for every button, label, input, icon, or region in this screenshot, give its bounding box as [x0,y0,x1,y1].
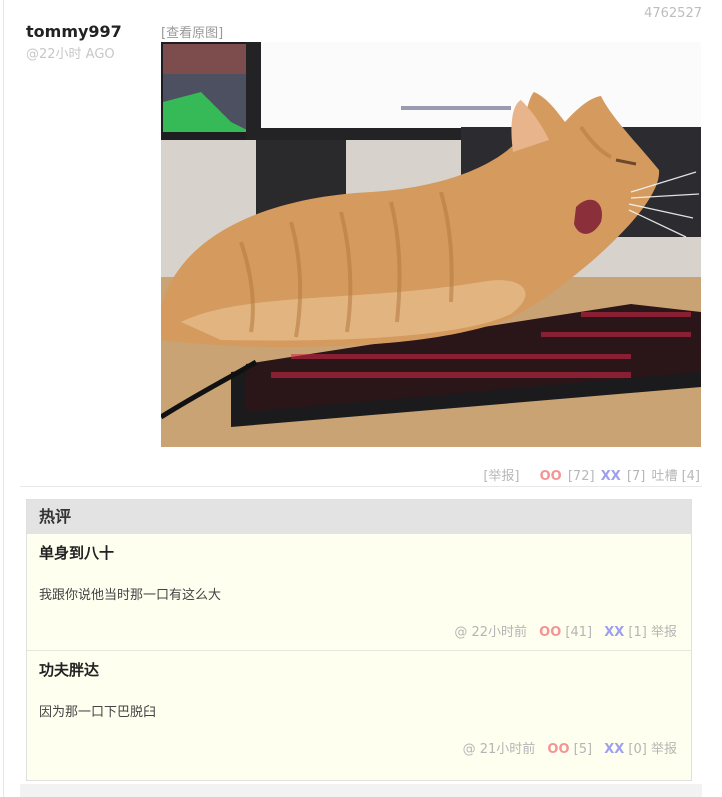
post-image-cat-on-keyboard[interactable] [161,42,701,447]
post-author-block: tommy997 @22小时 AGO [26,22,122,62]
comment-time: 22小时前 [471,625,528,640]
comment-meta: @ 21小时前 OO [5] XX [0] 举报 [463,738,677,757]
hot-comment: 功夫胖达 因为那一口下巴脱臼 @ 21小时前 OO [5] XX [0] 举报 [27,651,691,767]
comment-author[interactable]: 单身到八十 [39,542,114,563]
comment-text: 我跟你说他当时那一口有这么大 [39,588,222,603]
comment-xx-count: [1] [628,625,647,640]
comment-report-link[interactable]: 举报 [651,742,677,757]
hot-comment: 单身到八十 我跟你说他当时那一口有这么大 @ 22小时前 OO [41] XX … [27,534,691,651]
at-icon: @ [462,742,476,757]
cat-photo-illustration [161,42,701,447]
author-name[interactable]: tommy997 [26,22,122,41]
comment-text: 因为那一口下巴脱臼 [39,705,157,720]
view-original-link[interactable]: [查看原图] [161,22,223,41]
comment-oo-button[interactable]: OO [539,625,561,640]
comment-author[interactable]: 功夫胖达 [39,659,99,680]
comment-report-link[interactable]: 举报 [651,625,677,640]
post-comments-link[interactable]: 吐槽 [4] [651,469,700,484]
comment-oo-count: [5] [573,742,593,757]
bottom-divider-bar [20,784,702,797]
post-report-link[interactable]: [举报] [483,469,519,484]
comment-meta: @ 22小时前 OO [41] XX [1] 举报 [454,621,677,640]
comment-time: 21小时前 [479,742,536,757]
comment-xx-button[interactable]: XX [604,742,624,757]
post-time: @22小时 AGO [26,47,115,62]
at-icon: @ [454,625,468,640]
post-divider [20,486,702,487]
comment-xx-count: [0] [628,742,647,757]
comment-oo-button[interactable]: OO [547,742,569,757]
comment-oo-count: [41] [565,625,593,640]
post-actions: [举报] OO [72] XX [7] 吐槽 [4] [481,465,700,484]
post-xx-count: [7] [626,469,646,484]
hot-comments-title: 热评 [27,500,691,534]
post-oo-count: [72] [567,469,595,484]
hot-comments-panel: 热评 单身到八十 我跟你说他当时那一口有这么大 @ 22小时前 OO [41] … [26,499,692,781]
post-oo-button[interactable]: OO [540,469,562,484]
left-border [3,0,4,797]
comment-xx-button[interactable]: XX [604,625,624,640]
post-id: 4762527 [644,6,702,21]
post-xx-button[interactable]: XX [601,469,621,484]
